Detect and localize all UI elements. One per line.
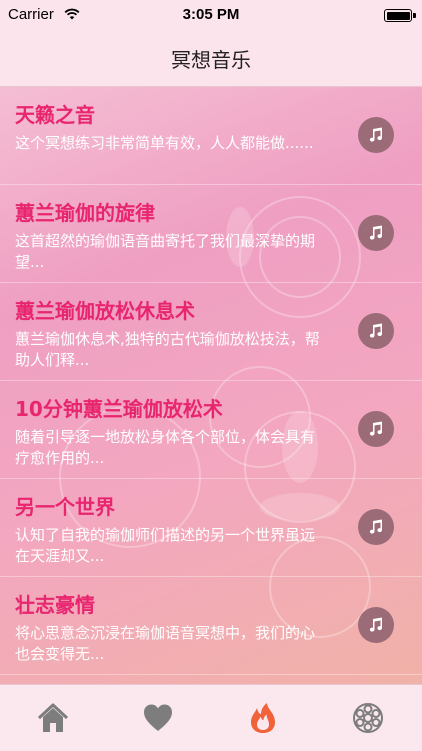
tab-meditation[interactable] <box>243 699 283 737</box>
track-description: 认知了自我的瑜伽师们描述的另一个世界虽远在天涯却又... <box>15 526 316 565</box>
music-note-icon <box>369 323 383 338</box>
page-title: 冥想音乐 <box>171 48 251 72</box>
play-music-button[interactable] <box>358 509 394 545</box>
music-note-icon <box>369 225 383 240</box>
track-description: 蕙兰瑜伽休息术,独特的古代瑜伽放松技法，帮助人们释... <box>15 330 320 369</box>
tab-favorites[interactable] <box>138 699 178 737</box>
list-item[interactable]: 壮志豪情 将心思意念沉浸在瑜伽语音冥想中，我们的心也会变得无... <box>0 577 422 675</box>
track-title: 壮志豪情 <box>15 593 95 617</box>
lotus-icon <box>353 703 383 733</box>
music-note-icon <box>369 519 383 534</box>
track-title: 天籁之音 <box>15 103 95 127</box>
track-title: 蕙兰瑜伽放松休息术 <box>15 299 195 323</box>
play-music-button[interactable] <box>358 117 394 153</box>
clock-time: 3:05 PM <box>182 6 240 23</box>
navigation-bar: 冥想音乐 <box>0 30 422 87</box>
list-item[interactable]: 天籁之音 这个冥想练习非常简单有效，人人都能做...... <box>0 87 422 185</box>
play-music-button[interactable] <box>358 313 394 349</box>
list-item[interactable]: 另一个世界 认知了自我的瑜伽师们描述的另一个世界虽远在天涯却又... <box>0 479 422 577</box>
track-description: 将心思意念沉浸在瑜伽语音冥想中，我们的心也会变得无... <box>15 624 316 663</box>
flame-icon <box>251 703 275 733</box>
music-note-icon <box>369 421 383 436</box>
music-note-icon <box>369 127 383 142</box>
track-description: 这个冥想练习非常简单有效，人人都能做...... <box>15 134 314 152</box>
track-title: 蕙兰瑜伽的旋律 <box>15 201 155 225</box>
track-title: 10分钟蕙兰瑜伽放松术 <box>15 397 223 421</box>
play-music-button[interactable] <box>358 607 394 643</box>
list-item[interactable]: 10分钟蕙兰瑜伽放松术 随着引导逐一地放松身体各个部位，体会具有疗愈作用的... <box>0 381 422 479</box>
music-note-icon <box>369 617 383 632</box>
tab-bar <box>0 684 422 751</box>
meditation-music-list[interactable]: 天籁之音 这个冥想练习非常简单有效，人人都能做...... 蕙兰瑜伽的旋律 这首… <box>0 87 422 684</box>
play-music-button[interactable] <box>358 215 394 251</box>
track-description: 这首超然的瑜伽语音曲寄托了我们最深挚的期望... <box>15 232 316 271</box>
track-description: 随着引导逐一地放松身体各个部位，体会具有疗愈作用的... <box>15 428 316 467</box>
track-title: 另一个世界 <box>15 495 115 519</box>
play-music-button[interactable] <box>358 411 394 447</box>
heart-icon <box>144 704 172 731</box>
home-icon <box>37 703 69 732</box>
status-bar: Carrier 3:05 PM <box>0 0 422 30</box>
list-item[interactable]: 蕙兰瑜伽的旋律 这首超然的瑜伽语音曲寄托了我们最深挚的期望... <box>0 185 422 283</box>
list-item[interactable]: 蕙兰瑜伽放松休息术 蕙兰瑜伽休息术,独特的古代瑜伽放松技法，帮助人们释... <box>0 283 422 381</box>
battery-icon <box>384 9 416 22</box>
tab-more[interactable] <box>348 699 388 737</box>
tab-home[interactable] <box>33 699 73 737</box>
